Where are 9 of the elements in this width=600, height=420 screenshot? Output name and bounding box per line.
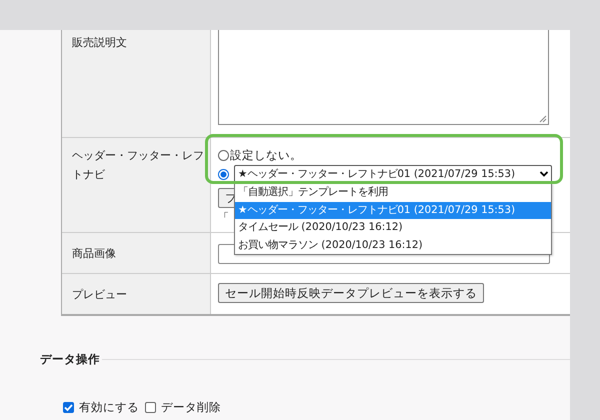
field-label: 商品画像 <box>72 247 116 260</box>
field-label: ヘッダー・フッター・レフトナビ <box>72 149 204 181</box>
section-title: データ操作 <box>40 352 100 367</box>
radio-label: 設定しない。 <box>230 148 302 162</box>
note-text: 「 <box>218 211 229 224</box>
field-label: プレビュー <box>72 288 127 301</box>
field-label: 販売説明文 <box>72 36 127 49</box>
checkbox-label: 有効にする <box>79 400 139 415</box>
checkbox-label: データ削除 <box>161 400 221 415</box>
